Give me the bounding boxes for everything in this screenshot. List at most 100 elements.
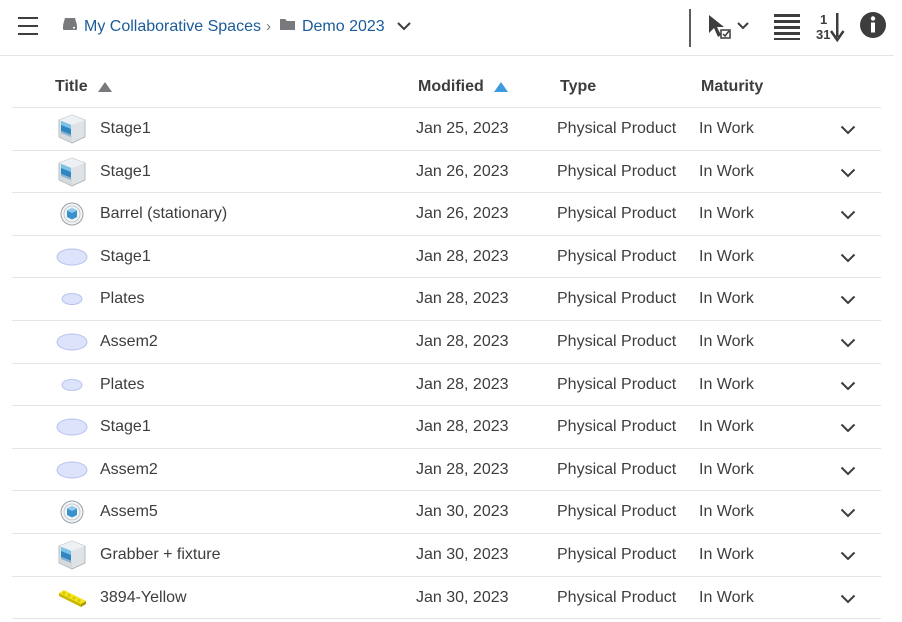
row-modified: Jan 28, 2023 [416, 460, 509, 478]
row-modified: Jan 28, 2023 [416, 418, 509, 436]
row-title: Stage1 [100, 162, 151, 180]
row-type: Physical Product [557, 290, 677, 308]
row-modified: Jan 28, 2023 [416, 375, 509, 393]
row-type: Physical Product [557, 588, 677, 606]
product-list: Stage1 Jan 25, 2023 Physical Product In … [12, 108, 881, 620]
row-maturity: In Work [699, 247, 754, 265]
row-type: Physical Product [557, 375, 677, 393]
cube-icon [56, 540, 88, 570]
brick-icon [56, 583, 88, 613]
chevron-down-icon[interactable] [840, 591, 856, 609]
chevron-down-icon[interactable] [840, 463, 856, 481]
list-view-icon[interactable] [774, 11, 800, 46]
hamburger-icon[interactable] [18, 17, 38, 37]
row-maturity: In Work [699, 418, 754, 436]
part-icon [56, 199, 88, 229]
chevron-down-icon[interactable] [840, 207, 856, 225]
sort-date-icon[interactable]: 1 31 [816, 11, 846, 48]
row-maturity: In Work [699, 503, 754, 521]
top-toolbar: My Collaborative Spaces › Demo 2023 1 31 [0, 0, 894, 56]
chevron-down-icon[interactable] [840, 335, 856, 353]
row-title: Assem2 [100, 460, 158, 478]
row-title: Assem2 [100, 332, 158, 350]
chevron-down-icon[interactable] [840, 292, 856, 310]
row-modified: Jan 26, 2023 [416, 205, 509, 223]
table-row[interactable]: Plates Jan 28, 2023 Physical Product In … [12, 364, 881, 407]
breadcrumb-demo-folder[interactable]: Demo 2023 [279, 17, 385, 36]
table-row[interactable]: Assem2 Jan 28, 2023 Physical Product In … [12, 449, 881, 492]
folder-icon [279, 17, 296, 36]
drive-icon [62, 17, 78, 36]
column-header-modified[interactable]: Modified [418, 78, 508, 96]
table-row[interactable]: 3894-Yellow Jan 30, 2023 Physical Produc… [12, 577, 881, 620]
row-maturity: In Work [699, 120, 754, 137]
row-modified: Jan 26, 2023 [416, 162, 509, 180]
row-modified: Jan 28, 2023 [416, 290, 509, 308]
row-type: Physical Product [557, 332, 677, 350]
table-row[interactable]: Plates Jan 28, 2023 Physical Product In … [12, 278, 881, 321]
column-maturity-label: Maturity [701, 78, 764, 95]
breadcrumb-label: My Collaborative Spaces [84, 17, 261, 35]
row-maturity: In Work [699, 460, 754, 478]
row-maturity: In Work [699, 545, 754, 563]
table-row[interactable]: Grabber + fixture Jan 30, 2023 Physical … [12, 534, 881, 577]
row-maturity: In Work [699, 205, 754, 223]
row-maturity: In Work [699, 332, 754, 350]
row-type: Physical Product [557, 545, 677, 563]
row-modified: Jan 30, 2023 [416, 588, 509, 606]
row-title: Grabber + fixture [100, 545, 221, 563]
table-row[interactable]: Stage1 Jan 25, 2023 Physical Product In … [12, 108, 881, 151]
chevron-down-icon[interactable] [840, 165, 856, 183]
ellipse-icon [56, 284, 88, 314]
column-modified-label: Modified [418, 78, 484, 95]
chevron-down-icon[interactable] [840, 378, 856, 396]
row-type: Physical Product [557, 247, 677, 265]
row-title: Stage1 [100, 120, 151, 137]
svg-text:1: 1 [820, 12, 827, 27]
table-row[interactable]: Assem2 Jan 28, 2023 Physical Product In … [12, 321, 881, 364]
column-header-title[interactable]: Title [55, 78, 112, 96]
row-type: Physical Product [557, 503, 677, 521]
row-title: Barrel (stationary) [100, 205, 228, 223]
table-row[interactable]: Barrel (stationary) Jan 26, 2023 Physica… [12, 193, 881, 236]
cube-icon [56, 114, 88, 144]
ellipse-icon [56, 412, 88, 442]
row-type: Physical Product [557, 162, 677, 180]
info-icon[interactable] [859, 11, 887, 44]
chevron-down-icon[interactable] [840, 548, 856, 566]
row-title: Plates [100, 290, 145, 308]
breadcrumb-label: Demo 2023 [301, 17, 385, 35]
row-title: Plates [100, 375, 145, 393]
row-maturity: In Work [699, 588, 754, 606]
ellipse-icon [56, 370, 88, 400]
row-type: Physical Product [557, 418, 677, 436]
table-row[interactable]: Assem5 Jan 30, 2023 Physical Product In … [12, 491, 881, 534]
sort-up-icon [97, 82, 112, 92]
chevron-down-icon[interactable] [840, 420, 856, 438]
cube-icon [56, 157, 88, 187]
table-row[interactable]: Stage1 Jan 28, 2023 Physical Product In … [12, 236, 881, 279]
column-type-label: Type [560, 78, 597, 95]
row-modified: Jan 28, 2023 [416, 332, 509, 350]
select-mode-icon[interactable] [705, 11, 753, 48]
column-header-type[interactable]: Type [560, 78, 596, 96]
chevron-down-icon[interactable] [840, 122, 856, 140]
chevron-down-icon[interactable] [840, 505, 856, 523]
table-row[interactable]: Stage1 Jan 26, 2023 Physical Product In … [12, 151, 881, 194]
row-maturity: In Work [699, 162, 754, 180]
row-modified: Jan 25, 2023 [416, 120, 509, 137]
table-row[interactable]: Stage1 Jan 28, 2023 Physical Product In … [12, 406, 881, 449]
row-title: Assem5 [100, 503, 158, 521]
row-title: Stage1 [100, 418, 151, 436]
chevron-down-icon[interactable] [840, 250, 856, 268]
row-title: 3894-Yellow [100, 588, 187, 606]
chevron-down-icon[interactable] [396, 18, 411, 36]
breadcrumb-separator: › [265, 18, 271, 35]
row-maturity: In Work [699, 375, 754, 393]
column-title-label: Title [55, 78, 88, 95]
svg-text:31: 31 [816, 27, 830, 42]
breadcrumb-collaborative-spaces[interactable]: My Collaborative Spaces [62, 17, 261, 36]
ellipse-icon [56, 327, 88, 357]
part-icon [56, 497, 88, 527]
column-header-maturity[interactable]: Maturity [701, 78, 763, 96]
